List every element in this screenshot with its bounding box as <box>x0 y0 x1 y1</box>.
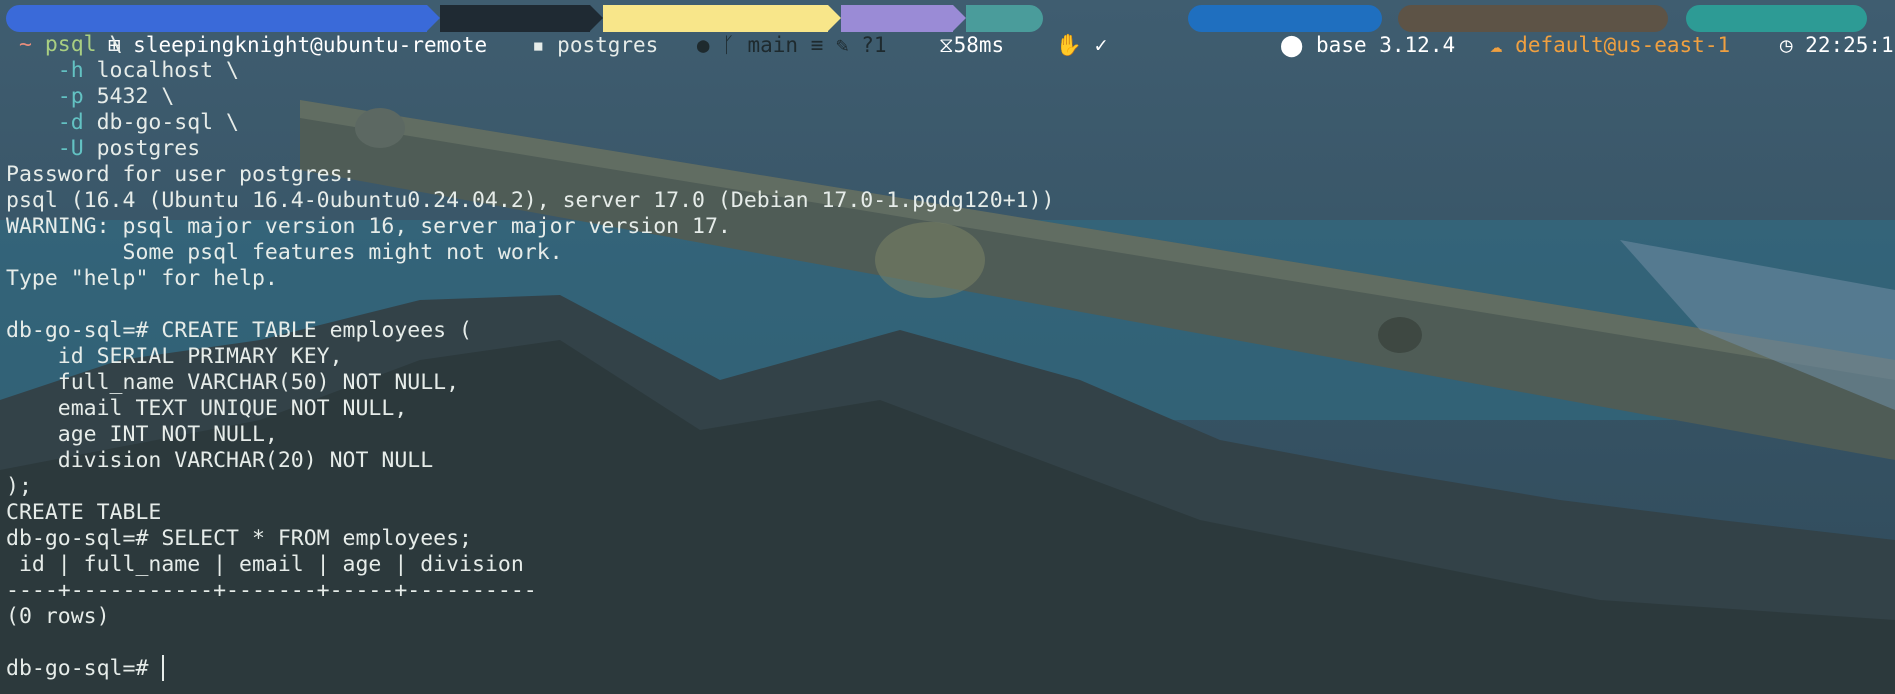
segment-separator <box>427 5 440 31</box>
terminal-line: db-go-sql=# CREATE TABLE employees ( <box>6 318 472 344</box>
terminal-token: Password for user postgres: <box>6 162 356 187</box>
duration-segment: ⧖58ms <box>841 5 1004 57</box>
user-host-segment: ⊞ sleepingknight@ubuntu-remote <box>6 5 487 57</box>
terminal-line: WARNING: psql major version 16, server m… <box>6 214 731 240</box>
cloud-icon: ☁ <box>1489 33 1503 57</box>
cloud-profile-segment: ☁ default@us-east-1 <box>1398 5 1730 57</box>
hand-icon: ✋ <box>1055 33 1083 57</box>
terminal-token: psql (16.4 (Ubuntu 16.4-0ubuntu0.24.04.2… <box>6 188 1055 213</box>
folder-icon: ▪ <box>531 33 545 57</box>
terminal-line: full_name VARCHAR(50) NOT NULL, <box>6 370 459 396</box>
exit-status: ✓ <box>1094 33 1108 57</box>
terminal-token: 5432 \ <box>83 84 175 109</box>
terminal-line: -h localhost \ <box>6 58 239 84</box>
terminal-line: Type "help" for help. <box>6 266 278 292</box>
terminal-token: id | full_name | email | age | division <box>6 552 524 577</box>
terminal-line: id | full_name | email | age | division <box>6 552 524 578</box>
git-branch-icon: ᚴ <box>722 33 735 57</box>
terminal-line: db-go-sql=# <box>6 656 161 682</box>
terminal-line: id SERIAL PRIMARY KEY, <box>6 344 343 370</box>
terminal-token: (0 rows) <box>6 604 110 629</box>
terminal-token: db-go-sql=# <box>6 656 162 681</box>
user-host: sleepingknight@ubuntu-remote <box>133 33 488 57</box>
terminal-line: age INT NOT NULL, <box>6 422 278 448</box>
terminal-token: -U <box>57 136 84 161</box>
terminal-token: WARNING: psql major version 16, server m… <box>6 214 731 239</box>
terminal-line: CREATE TABLE <box>6 500 161 526</box>
terminal-token: -d <box>57 110 84 135</box>
terminal-token: division VARCHAR(20) NOT NULL <box>6 448 434 473</box>
terminal-line: -U postgres <box>6 136 200 162</box>
terminal-line: ~ psql \ <box>6 32 123 58</box>
github-icon: ● <box>696 33 710 57</box>
terminal-line: ----+-----------+-------+-----+---------… <box>6 578 537 604</box>
exit-status-segment: ✋ ✓ <box>966 5 1107 57</box>
terminal-line: -p 5432 \ <box>6 84 175 110</box>
terminal-line: Some psql features might not work. <box>6 240 563 266</box>
terminal-token: Type "help" for help. <box>6 266 278 291</box>
timer-icon: ⧖ <box>938 33 954 57</box>
terminal-token: -h <box>57 58 84 83</box>
clock-segment: ◷ 22:25:13 <box>1686 5 1895 57</box>
terminal-line: division VARCHAR(20) NOT NULL <box>6 448 433 474</box>
terminal-token: ~ <box>6 32 45 57</box>
clock-icon: ◷ <box>1779 33 1793 57</box>
terminal-token: ----+-----------+-------+-----+---------… <box>6 578 537 603</box>
terminal-line: ); <box>6 474 32 500</box>
terminal-token: CREATE TABLE <box>6 500 162 525</box>
terminal-token: -p <box>57 84 84 109</box>
terminal-token: postgres <box>83 136 201 161</box>
terminal-token: full_name VARCHAR(50) NOT NULL, <box>6 370 460 395</box>
git-segment: ● ᚴ main ≡ ✎ ?1 <box>603 5 887 57</box>
text-cursor[interactable] <box>162 655 164 681</box>
terminal-token: id SERIAL PRIMARY KEY, <box>6 344 343 369</box>
terminal-line: Password for user postgres: <box>6 162 356 188</box>
terminal-token: Some psql features might not work. <box>6 240 563 265</box>
terminal-token: email TEXT UNIQUE NOT NULL, <box>6 396 408 421</box>
terminal-token: db-go-sql \ <box>83 110 240 135</box>
terminal-token: localhost \ <box>83 58 240 83</box>
segment-separator <box>828 5 841 31</box>
terminal-token: db-go-sql=# CREATE TABLE employees ( <box>6 318 472 343</box>
terminal-line: -d db-go-sql \ <box>6 110 239 136</box>
terminal-token: ); <box>6 474 32 499</box>
terminal-line: db-go-sql=# SELECT * FROM employees; <box>6 526 472 552</box>
terminal-token: db-go-sql=# SELECT * FROM employees; <box>6 526 472 551</box>
terminal-token: \ <box>96 32 123 57</box>
python-env-segment: ⬤ base 3.12.4 <box>1188 5 1455 57</box>
terminal-window[interactable]: ⊞ sleepingknight@ubuntu-remote ▪ postgre… <box>0 0 1895 694</box>
directory-segment: ▪ postgres <box>440 5 658 57</box>
python-icon: ⬤ <box>1279 33 1304 57</box>
terminal-token: psql <box>44 32 97 57</box>
clock: 22:25:13 <box>1805 33 1895 57</box>
segment-separator <box>590 5 603 31</box>
git-branch: main <box>747 33 799 57</box>
segment-separator <box>953 5 966 31</box>
terminal-token: age INT NOT NULL, <box>6 422 278 447</box>
terminal-line: psql (16.4 (Ubuntu 16.4-0ubuntu0.24.04.2… <box>6 188 1054 214</box>
terminal-line: email TEXT UNIQUE NOT NULL, <box>6 396 408 422</box>
terminal-line: (0 rows) <box>6 604 110 630</box>
